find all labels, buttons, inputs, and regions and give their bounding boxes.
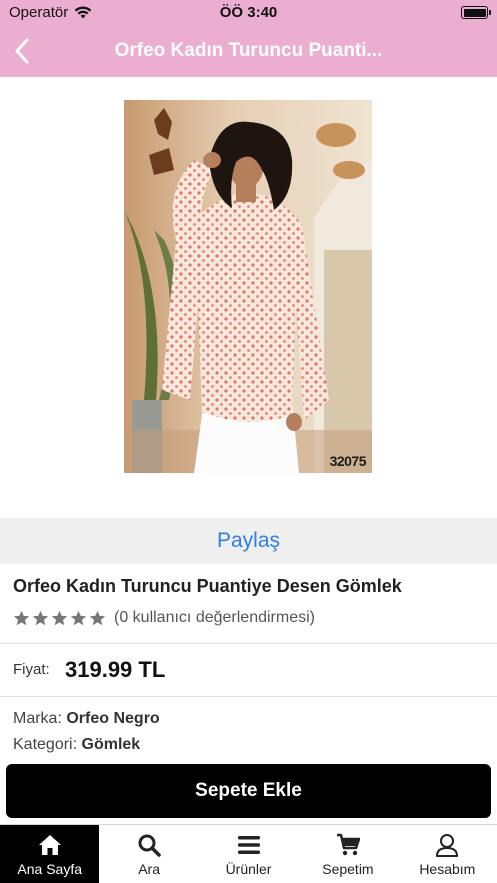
tab-account[interactable]: Hesabım xyxy=(398,825,497,883)
category-label: Kategori: xyxy=(13,736,78,753)
tab-bar: Ana Sayfa Ara Ürünler Sepetim Hesabım xyxy=(0,824,497,883)
tab-search[interactable]: Ara xyxy=(99,825,198,883)
tab-account-label: Hesabım xyxy=(419,861,476,877)
tab-search-label: Ara xyxy=(138,861,160,877)
brand-row: Marka: Orfeo Negro xyxy=(13,710,160,728)
star-icon xyxy=(32,610,49,625)
rating-row: (0 kullanıcı değerlendirmesi) xyxy=(13,609,315,627)
brand-value: Orfeo Negro xyxy=(66,710,160,727)
product-sku-label: 32075 xyxy=(329,453,367,469)
rating-text: (0 kullanıcı değerlendirmesi) xyxy=(114,609,315,626)
divider xyxy=(0,643,497,644)
product-photo xyxy=(124,100,372,473)
cart-icon xyxy=(335,833,361,857)
category-row: Kategori: Gömlek xyxy=(13,736,140,754)
tab-cart-label: Sepetim xyxy=(322,861,374,877)
status-time: ÖÖ 3:40 xyxy=(219,4,278,21)
battery-icon xyxy=(461,6,491,19)
product-title: Orfeo Kadın Turuncu Puantiye Desen Gömle… xyxy=(13,576,402,596)
tab-home-label: Ana Sayfa xyxy=(17,861,82,877)
share-button[interactable]: Paylaş xyxy=(0,518,497,564)
page-title: Orfeo Kadın Turuncu Puanti... xyxy=(114,40,383,61)
search-icon xyxy=(136,833,162,857)
price-value: 319.99 TL xyxy=(65,657,166,682)
brand-label: Marka: xyxy=(13,710,62,727)
star-icon xyxy=(89,610,106,625)
divider xyxy=(0,696,497,697)
product-image[interactable]: 32075 xyxy=(124,100,372,473)
tab-products[interactable]: Ürünler xyxy=(199,825,298,883)
category-value: Gömlek xyxy=(81,736,141,753)
price-label: Fiyat: xyxy=(13,661,50,678)
status-bar: Operatör ÖÖ 3:40 xyxy=(0,0,497,26)
tab-products-label: Ürünler xyxy=(225,861,272,877)
star-icon xyxy=(13,610,30,625)
back-button[interactable] xyxy=(6,34,38,68)
chevron-left-icon xyxy=(15,38,29,64)
menu-icon xyxy=(236,833,262,857)
add-to-cart-button[interactable]: Sepete Ekle xyxy=(6,764,491,818)
tab-home[interactable]: Ana Sayfa xyxy=(0,825,100,883)
tab-cart[interactable]: Sepetim xyxy=(298,825,397,883)
user-icon xyxy=(434,833,460,857)
home-icon xyxy=(37,833,63,857)
nav-bar: Orfeo Kadın Turuncu Puanti... xyxy=(0,26,497,77)
star-icon xyxy=(70,610,87,625)
battery-fill xyxy=(463,8,486,17)
share-label: Paylaş xyxy=(216,529,281,552)
star-icon xyxy=(51,610,68,625)
add-to-cart-label: Sepete Ekle xyxy=(195,780,302,801)
